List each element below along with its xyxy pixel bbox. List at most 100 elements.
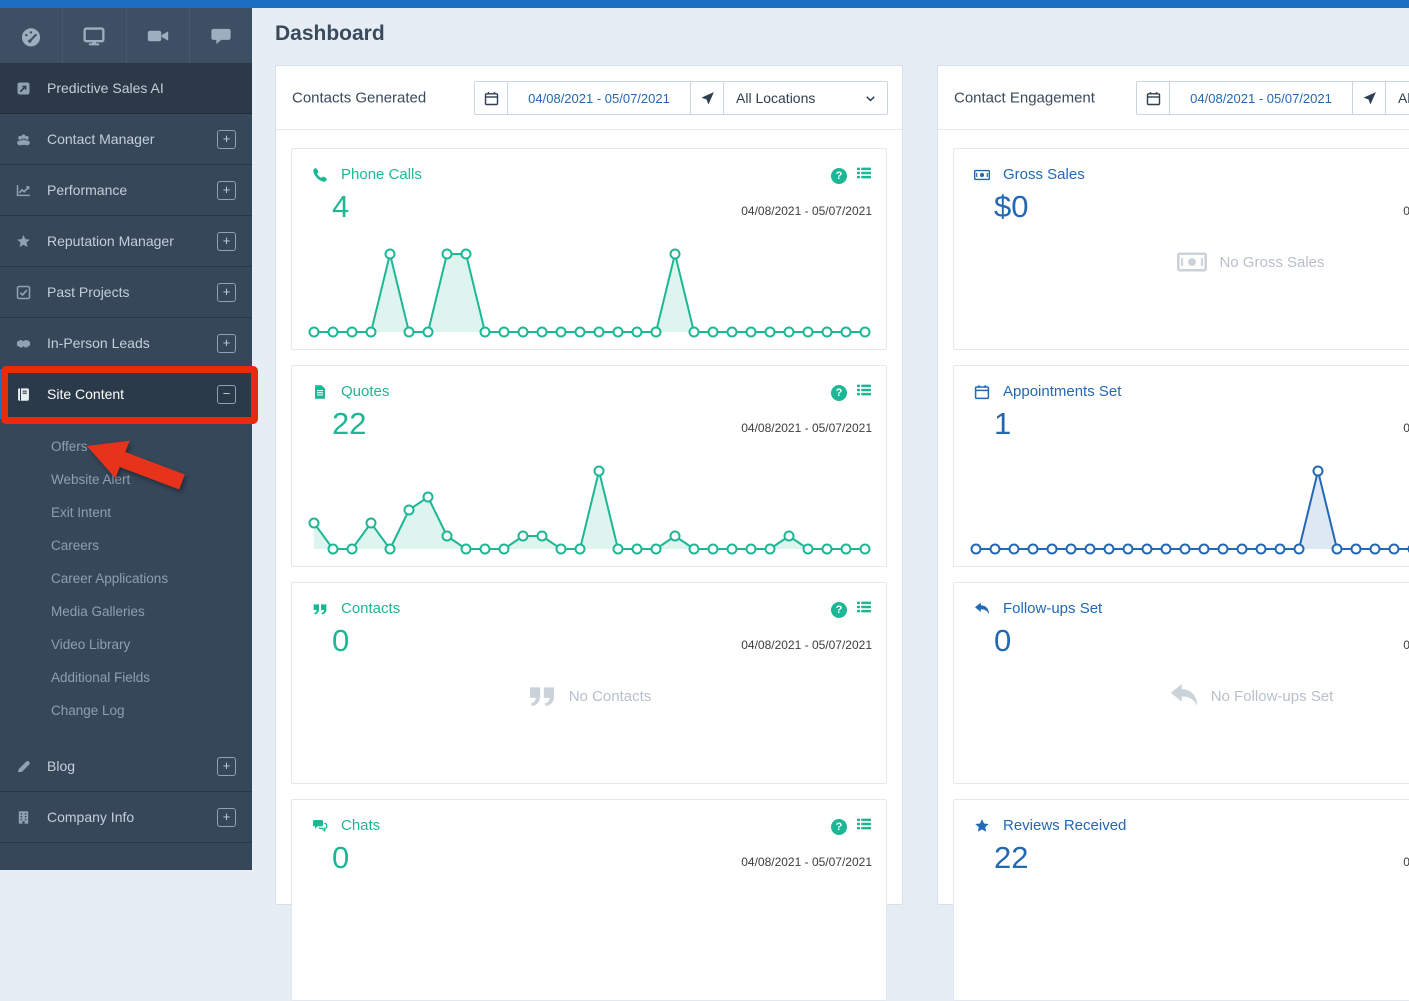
expand-icon[interactable]: + [217, 757, 236, 776]
sidebar-item-performance[interactable]: Performance+ [0, 165, 252, 216]
empty-state-label: No Follow-ups Set [1211, 688, 1334, 705]
location-arrow-button[interactable] [691, 82, 724, 114]
panel-filters: All Locations [1136, 81, 1409, 115]
panel-filters: All Locations [474, 81, 888, 115]
sidebar-item-predictive-sales-ai[interactable]: Predictive Sales AI [0, 63, 252, 114]
sidebar-item-reputation-manager[interactable]: Reputation Manager+ [0, 216, 252, 267]
building-icon [16, 810, 31, 825]
expand-icon[interactable]: + [217, 232, 236, 251]
calendar-icon [974, 384, 990, 400]
submenu-item-additional-fields[interactable]: Additional Fields [0, 661, 252, 694]
doc-icon [312, 384, 328, 400]
topbar-camera-button[interactable] [127, 8, 190, 63]
card-title-label: Chats [341, 817, 380, 834]
card-title-label: Follow-ups Set [1003, 600, 1102, 617]
gauge-icon [20, 25, 42, 47]
help-icon[interactable]: ? [831, 602, 847, 618]
list-view-button[interactable] [856, 382, 872, 403]
card-date-range: 04/08/2021 - 05/07/2021 [1403, 421, 1409, 435]
submenu-item-careers[interactable]: Careers [0, 529, 252, 562]
submenu-item-video-library[interactable]: Video Library [0, 628, 252, 661]
card-contacts: Contacts ? 0 04/08/2021 - 05/07/2021 No … [291, 582, 887, 784]
submenu-item-exit-intent[interactable]: Exit Intent [0, 496, 252, 529]
sidebar-item-label: Company Info [47, 809, 217, 825]
submenu-item-career-applications[interactable]: Career Applications [0, 562, 252, 595]
submenu-item-change-log[interactable]: Change Log [0, 694, 252, 727]
card-title-gross-sales: Gross Sales [974, 166, 1085, 183]
expand-icon[interactable]: + [217, 283, 236, 302]
list-icon [856, 816, 872, 832]
chatdots-icon [312, 818, 328, 834]
chart-icon [16, 183, 31, 198]
chat-icon [210, 25, 232, 47]
card-date-range: 04/08/2021 - 05/07/2021 [741, 204, 872, 218]
topbar-monitor-button[interactable] [63, 8, 126, 63]
panel-body: Phone Calls ? 4 04/08/2021 - 05/07/2021 … [276, 148, 902, 1001]
sidebar-icon-bar [0, 8, 252, 63]
card-title-label: Reviews Received [1003, 817, 1126, 834]
topbar-gauge-button[interactable] [0, 8, 63, 63]
sidebar-item-label: Site Content [47, 386, 217, 402]
collapse-icon[interactable]: − [217, 385, 236, 404]
handshake-icon [16, 336, 31, 351]
sidebar-item-contact-manager[interactable]: Contact Manager+ [0, 114, 252, 165]
card-title-label: Contacts [341, 600, 400, 617]
expand-icon[interactable]: + [217, 130, 236, 149]
list-icon [856, 165, 872, 181]
sidebar-item-label: In-Person Leads [47, 335, 217, 351]
expand-icon[interactable]: + [217, 334, 236, 353]
sidebar-item-label: Reputation Manager [47, 233, 217, 249]
list-icon [856, 382, 872, 398]
panel-contact-engagement: Contact Engagement All Locations Gross S… [937, 65, 1409, 905]
empty-state: No Follow-ups Set [954, 681, 1409, 711]
location-select[interactable]: All Locations [724, 82, 887, 114]
calendar-button[interactable] [475, 82, 508, 114]
submenu-item-media-galleries[interactable]: Media Galleries [0, 595, 252, 628]
expand-icon[interactable]: + [217, 808, 236, 827]
card-value: 22 [994, 840, 1028, 876]
date-range-input[interactable] [1170, 90, 1352, 107]
sidebar-item-past-projects[interactable]: Past Projects+ [0, 267, 252, 318]
card-appointments-set: Appointments Set ? 1 04/08/2021 - 05/07/… [953, 365, 1409, 567]
sidebar-item-label: Contact Manager [47, 131, 217, 147]
expand-icon[interactable]: + [217, 181, 236, 200]
location-arrow-button[interactable] [1353, 82, 1386, 114]
location-select-value: All Locations [736, 90, 815, 106]
submenu-site-content: OffersWebsite AlertExit IntentCareersCar… [0, 420, 252, 741]
sidebar-item-company-info[interactable]: Company Info+ [0, 792, 252, 843]
list-icon [856, 599, 872, 615]
trend-icon [16, 81, 31, 96]
calendar-button[interactable] [1137, 82, 1170, 114]
book-icon [16, 387, 31, 402]
submenu-item-website-alert[interactable]: Website Alert [0, 463, 252, 496]
sidebar-item-in-person-leads[interactable]: In-Person Leads+ [0, 318, 252, 369]
list-view-button[interactable] [856, 599, 872, 620]
sidebar-item-label: Predictive Sales AI [47, 80, 236, 96]
card-value: 4 [332, 189, 349, 225]
quote-icon [312, 601, 328, 617]
money-icon [974, 167, 990, 183]
monitor-icon [83, 25, 105, 47]
sidebar-item-site-content[interactable]: Site Content− [0, 369, 252, 420]
calendar-icon [1146, 91, 1161, 106]
card-title-chats: Chats [312, 817, 380, 834]
submenu-item-offers[interactable]: Offers [0, 430, 252, 463]
topbar-chat-button[interactable] [190, 8, 252, 63]
list-view-button[interactable] [856, 816, 872, 837]
sidebar-item-blog[interactable]: Blog+ [0, 741, 252, 792]
sparkline-chart [308, 458, 871, 558]
card-value: 0 [332, 840, 349, 876]
panel-title: Contacts Generated [292, 89, 426, 106]
date-range-input[interactable] [508, 90, 690, 107]
location-select[interactable]: All Locations [1386, 82, 1409, 114]
help-icon[interactable]: ? [831, 168, 847, 184]
panel-title: Contact Engagement [954, 89, 1095, 106]
calendar-icon [484, 91, 499, 106]
card-value: 1 [994, 406, 1011, 442]
list-view-button[interactable] [856, 165, 872, 186]
card-title-label: Gross Sales [1003, 166, 1085, 183]
help-icon[interactable]: ? [831, 385, 847, 401]
sparkline-chart [970, 458, 1409, 558]
help-icon[interactable]: ? [831, 819, 847, 835]
check-icon [16, 285, 31, 300]
